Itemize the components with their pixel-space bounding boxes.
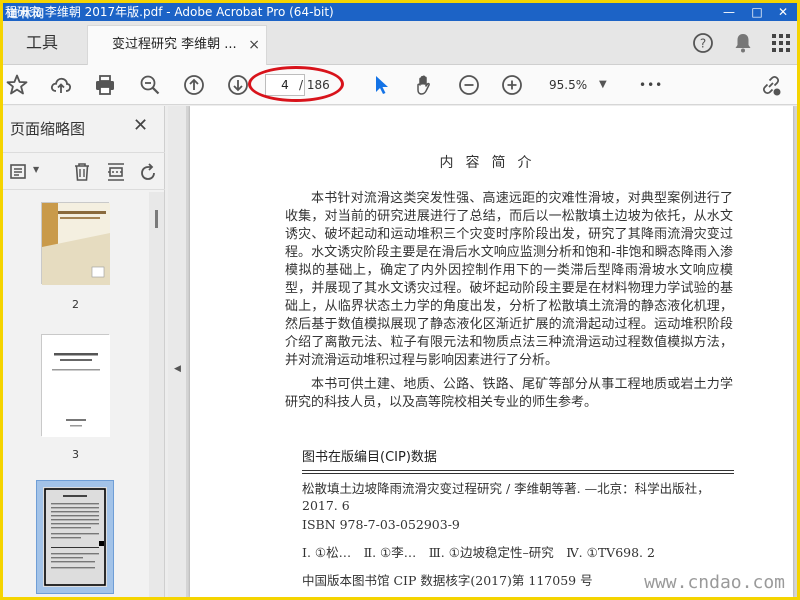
cip-line-classification: Ⅰ. ①松… Ⅱ. ①李… Ⅲ. ①边坡稳定性–研究 Ⅳ. ①TV698. 2 bbox=[302, 545, 655, 560]
cip-line-isbn: ISBN 978-7-03-052903-9 bbox=[302, 517, 460, 532]
apps-grid-icon[interactable] bbox=[769, 31, 793, 55]
thumbnail-page-4-selected[interactable] bbox=[36, 480, 114, 594]
thumbnails-scrollbar[interactable] bbox=[149, 192, 164, 597]
document-view[interactable]: 内容简介 本书针对流滑这类突发性强、高速远距的灾难性滑坡，对典型案例进行了收集，… bbox=[186, 106, 797, 597]
tab-document[interactable]: 变过程研究 李维朝 ... × bbox=[87, 25, 267, 65]
thumbnail-label: 2 bbox=[72, 298, 79, 311]
red-annotation-ellipse bbox=[248, 66, 344, 102]
book-cover-image bbox=[42, 203, 110, 285]
thumbnail-label: 4 bbox=[3, 596, 148, 597]
print-icon[interactable] bbox=[93, 73, 117, 97]
more-tools-icon[interactable]: ••• bbox=[639, 74, 663, 96]
close-window-button[interactable]: ✕ bbox=[773, 3, 793, 21]
cip-rule bbox=[302, 473, 734, 474]
collapse-left-arrow-icon[interactable]: ◀ bbox=[174, 364, 181, 374]
page-thumbnails-panel: 页面缩略图 ✕ ▼ 2 3 bbox=[3, 106, 165, 597]
extract-pages-icon[interactable] bbox=[105, 161, 127, 183]
tab-bar: 工具 变过程研究 李维朝 ... × ? bbox=[3, 21, 797, 65]
thumbnail-page-2[interactable] bbox=[41, 202, 110, 285]
main-toolbar: 4 / 186 95.5% ▼ ••• bbox=[3, 65, 797, 105]
thumbnail-page-3[interactable] bbox=[41, 334, 110, 437]
site-watermark: www.cndao.com bbox=[644, 572, 785, 593]
tab-tools[interactable]: 工具 bbox=[3, 21, 81, 65]
previous-page-icon[interactable] bbox=[182, 73, 206, 97]
document-tab-label: 变过程研究 李维朝 ... bbox=[112, 37, 237, 52]
hand-pan-icon[interactable] bbox=[413, 73, 437, 97]
pdf-page: 内容简介 本书针对流滑这类突发性强、高速远距的灾难性滑坡，对典型案例进行了收集，… bbox=[190, 106, 793, 597]
site-logo-watermark: 道林网 bbox=[7, 7, 46, 20]
panel-toolbar: ▼ bbox=[3, 152, 165, 190]
cip-title: 图书在版编目(CIP)数据 bbox=[302, 450, 437, 465]
title-page-image bbox=[42, 335, 110, 437]
thumbnail-label: 3 bbox=[72, 448, 79, 461]
paragraph-summary: 本书针对流滑这类突发性强、高速远距的灾难性滑坡，对典型案例进行了收集，对当前的研… bbox=[285, 191, 733, 368]
panel-collapse-handle[interactable]: ◀ bbox=[168, 106, 186, 597]
acrobat-window: 程研究 李维朝 2017年版.pdf - Adobe Acrobat Pro (… bbox=[3, 3, 797, 597]
zoom-in-icon[interactable] bbox=[500, 73, 524, 97]
cip-line-citation: 松散填土边坡降雨流滑灾变过程研究 / 李维朝等著. —北京：科学出版社，2017… bbox=[302, 481, 710, 513]
zoom-out-icon[interactable] bbox=[457, 73, 481, 97]
share-link-icon[interactable] bbox=[759, 73, 783, 97]
scrollbar-thumb[interactable] bbox=[155, 210, 158, 228]
paragraph-audience: 本书可供土建、地质、公路、铁路、尾矿等部分从事工程地质或岩土力学研究的科技人员，… bbox=[285, 377, 733, 410]
delete-trash-icon[interactable] bbox=[71, 161, 93, 183]
window-titlebar: 程研究 李维朝 2017年版.pdf - Adobe Acrobat Pro (… bbox=[3, 3, 797, 21]
help-icon[interactable]: ? bbox=[691, 31, 715, 55]
thumbnails-list[interactable]: 2 3 bbox=[3, 192, 148, 597]
window-title: 程研究 李维朝 2017年版.pdf - Adobe Acrobat Pro (… bbox=[5, 5, 334, 19]
maximize-button[interactable]: □ bbox=[747, 3, 767, 21]
panel-title: 页面缩略图 bbox=[10, 120, 86, 138]
next-page-icon[interactable] bbox=[226, 73, 250, 97]
cip-rule bbox=[302, 470, 734, 471]
close-tab-icon[interactable]: × bbox=[248, 26, 260, 64]
svg-text:?: ? bbox=[700, 37, 706, 51]
thumbnail-options-icon[interactable] bbox=[9, 161, 31, 183]
close-panel-icon[interactable]: ✕ bbox=[133, 115, 148, 136]
rotate-page-icon[interactable] bbox=[137, 161, 159, 183]
select-arrow-icon[interactable] bbox=[369, 73, 393, 97]
cloud-upload-icon[interactable] bbox=[49, 73, 73, 97]
minimize-button[interactable]: — bbox=[719, 3, 739, 21]
bookmark-star-icon[interactable] bbox=[5, 73, 29, 97]
notification-bell-icon[interactable] bbox=[731, 31, 755, 55]
page-heading: 内容简介 bbox=[439, 155, 544, 171]
zoom-out-magnifier-icon[interactable] bbox=[138, 73, 162, 97]
content-page-image bbox=[43, 487, 107, 587]
options-dropdown-icon[interactable]: ▼ bbox=[33, 165, 39, 174]
chevron-down-icon[interactable]: ▼ bbox=[599, 74, 607, 96]
